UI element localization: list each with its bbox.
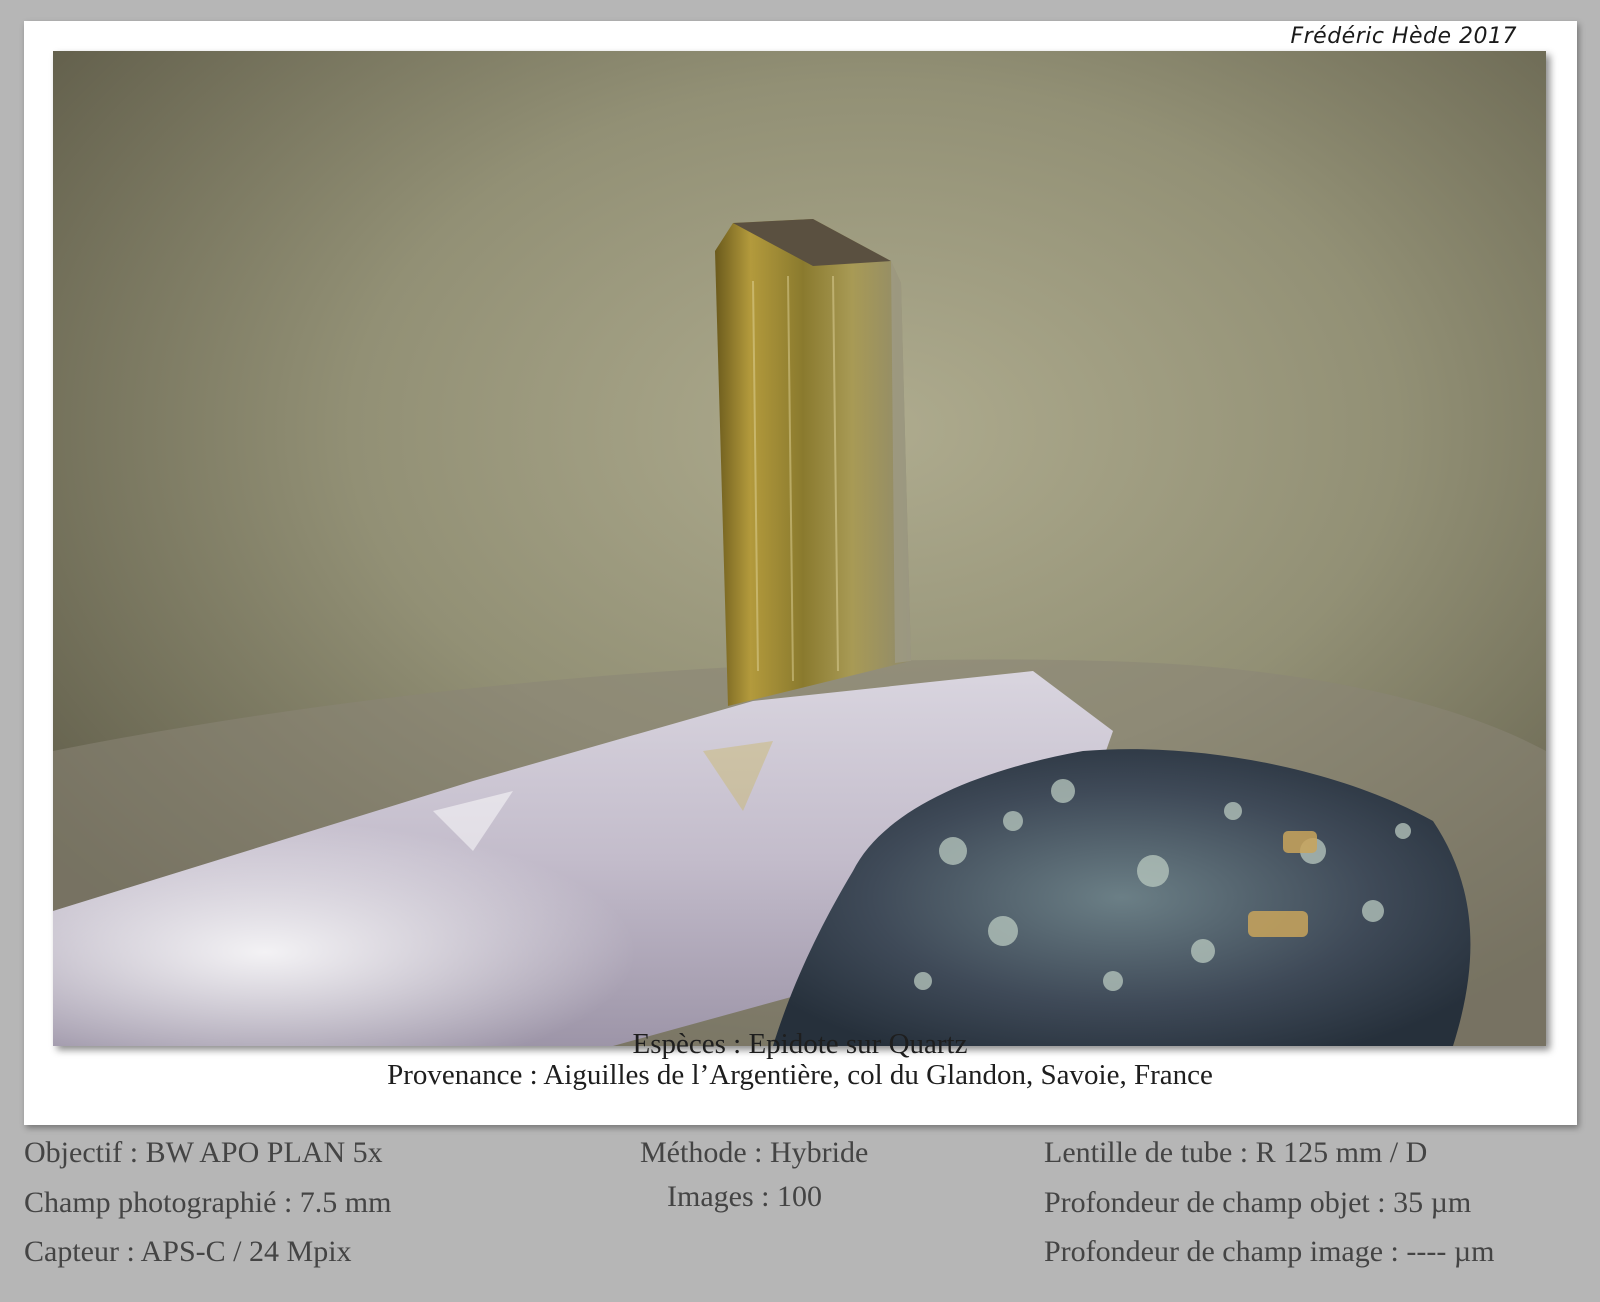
photographer-signature: Frédéric Hède 2017 — [1290, 24, 1517, 49]
photo-illustration — [53, 51, 1546, 1046]
mineral-photograph — [53, 51, 1546, 1046]
caption-provenance: Provenance : Aiguilles de l’Argentière, … — [387, 1059, 1213, 1091]
spec-object-dof: Profondeur de champ objet : 35 µm — [1044, 1186, 1472, 1219]
caption-species: Espèces : Epidote sur Quartz — [632, 1028, 968, 1060]
spec-images: Images : 100 — [667, 1180, 822, 1213]
spec-tube-lens: Lentille de tube : R 125 mm / D — [1044, 1136, 1428, 1169]
spec-image-dof: Profondeur de champ image : ---- µm — [1044, 1235, 1495, 1268]
spec-objective: Objectif : BW APO PLAN 5x — [24, 1136, 383, 1169]
spec-sensor: Capteur : APS-C / 24 Mpix — [24, 1235, 352, 1268]
photo-frame: Frédéric Hède 2017 — [24, 21, 1577, 1125]
spec-field: Champ photographié : 7.5 mm — [24, 1186, 392, 1219]
spec-method: Méthode : Hybride — [640, 1136, 869, 1169]
